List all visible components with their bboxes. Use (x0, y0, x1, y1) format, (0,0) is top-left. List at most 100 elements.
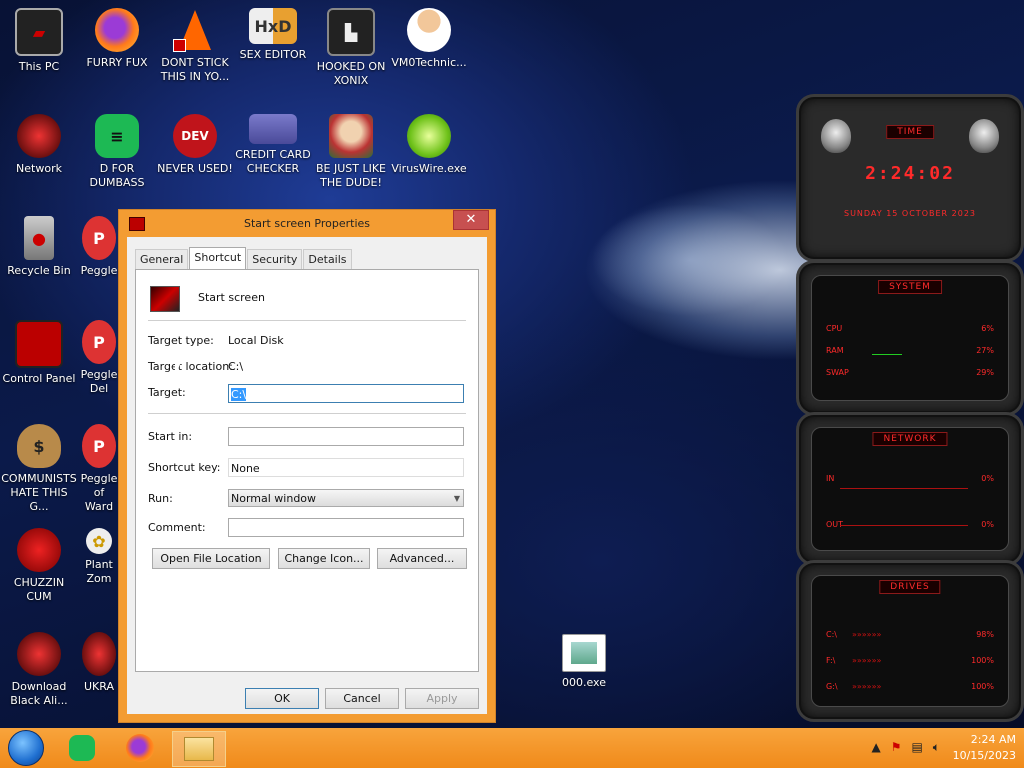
target-value-selected: C:\ (231, 388, 247, 401)
desktop-icon-label: BE JUST LIKE THE DUDE! (315, 162, 387, 189)
desktop-icon-label: Recycle Bin (7, 264, 71, 277)
control-panel-icon (15, 320, 63, 368)
ok-button[interactable]: OK (245, 688, 319, 709)
desktop-icon-chuzzin[interactable]: CHUZZIN CUM (1, 528, 77, 604)
pvz-icon: ✿ (86, 528, 112, 554)
network-icon (17, 114, 61, 158)
desktop-icon-communists[interactable]: $ COMMUNISTS HATE THIS G... (1, 424, 77, 514)
desktop-icon-furry-fux[interactable]: FURRY FUX (79, 8, 155, 70)
cancel-button[interactable]: Cancel (325, 688, 399, 709)
dialog-titlebar[interactable]: Start screen Properties ✕ (119, 210, 495, 237)
taskbar-green-app[interactable] (56, 731, 108, 765)
properties-dialog: Start screen Properties ✕ General Shortc… (118, 209, 496, 723)
desktop-icon-be-the-dude[interactable]: BE JUST LIKE THE DUDE! (313, 114, 389, 190)
desktop-icon-dont-stick[interactable]: DONT STICK THIS IN YO... (157, 8, 233, 84)
desktop-icon-label: Peggle Del (80, 368, 118, 395)
comment-field[interactable] (228, 518, 464, 537)
cpu-value: 6% (981, 324, 994, 333)
dialog-title: Start screen Properties (243, 217, 371, 230)
volume-icon[interactable]: 🔈︎ (933, 740, 940, 755)
taskbar-firefox[interactable] (114, 731, 166, 765)
desktop-icon-peggle-wow[interactable]: P Peggle of Ward (79, 424, 119, 514)
desktop-icon-peggle-deluxe[interactable]: P Peggle Del (79, 320, 119, 396)
chuzzle-icon (17, 528, 61, 572)
desktop-icon-sex-editor[interactable]: HxD SEX EDITOR (235, 8, 311, 62)
desktop-icon-d-for-dumbass[interactable]: ≡ D FOR DUMBASS (79, 114, 155, 190)
hxd-editor-icon: HxD (249, 8, 297, 44)
start-in-field[interactable] (228, 427, 464, 446)
system-panel: SYSTEM CPU 6% RAM 27% SWAP 29% (811, 275, 1009, 401)
desktop-icon-recycle-bin[interactable]: ● Recycle Bin (1, 216, 77, 278)
folder-icon (184, 737, 214, 761)
dialog-body: General Shortcut Security Details Start … (127, 237, 487, 714)
change-icon-button[interactable]: Change Icon... (278, 548, 370, 569)
desktop-icon-ukraine[interactable]: UKRA (79, 632, 119, 694)
drive-bar: »»»»»» (852, 630, 882, 639)
desktop-icon-network[interactable]: Network (1, 114, 77, 176)
tab-details[interactable]: Details (303, 249, 352, 269)
desktop-icon-viruswire[interactable]: VirusWire.exe (391, 114, 467, 176)
doctor-avatar-icon (407, 8, 451, 52)
net-in-value: 0% (981, 474, 994, 483)
desktop-icon-never-used[interactable]: DEV NEVER USED! (157, 114, 233, 176)
action-center-flag-icon[interactable]: ⚑ (891, 740, 902, 755)
run-select-value: Normal window (231, 492, 317, 505)
desktop-icon-label: D FOR DUMBASS (89, 162, 145, 189)
desktop-icon-label: FURRY FUX (86, 56, 148, 69)
desktop-icon-label: DONT STICK THIS IN YO... (160, 56, 230, 83)
tab-general[interactable]: General (135, 249, 189, 269)
tab-shortcut[interactable]: Shortcut (189, 247, 247, 269)
firefox-icon (95, 8, 139, 52)
shortcut-key-field[interactable]: None (228, 458, 464, 477)
devcpp-icon: DEV (173, 114, 217, 158)
target-field[interactable]: C:\ (228, 384, 464, 403)
alien-head-icon (969, 119, 999, 153)
net-out-graph (840, 525, 968, 526)
close-button[interactable]: ✕ (453, 210, 489, 230)
desktop-icon-plants-zombies[interactable]: ✿ Plant Zom (79, 528, 119, 586)
time-date: SUNDAY 15 OCTOBER 2023 (843, 209, 976, 218)
desktop-icon-control-panel[interactable]: Control Panel (1, 320, 77, 386)
tab-security[interactable]: Security (247, 249, 303, 269)
system-gadget: SYSTEM CPU 6% RAM 27% SWAP 29% (796, 260, 1024, 416)
drive-c-row: C:\ »»»»»» 98% (826, 630, 994, 639)
desktop-icon-hooked-xonix[interactable]: ▙ HOOKED ON XONIX (313, 8, 389, 88)
cpu-row: CPU 6% (826, 324, 994, 333)
taskbar-clock[interactable]: 2:24 AM 10/15/2023 (953, 732, 1016, 764)
start-button[interactable] (0, 730, 52, 766)
desktop-icon-download-black[interactable]: Download Black Ali... (1, 632, 77, 708)
desktop-icon-label: COMMUNISTS HATE THIS G... (1, 472, 77, 513)
firefox-icon (126, 734, 154, 762)
drive-g-label: G:\ (826, 682, 838, 691)
desktop-icon-label: SEX EDITOR (239, 48, 307, 61)
taskbar-file-explorer[interactable] (172, 731, 226, 767)
desktop-icon-vm0technic[interactable]: VM0Technic... (391, 8, 467, 70)
close-icon: ✕ (465, 212, 477, 227)
show-hidden-icons-icon[interactable]: ▲ (871, 740, 880, 755)
start-orb-icon (8, 730, 44, 766)
network-panel: NETWORK IN 0% OUT 0% (811, 427, 1009, 551)
run-select[interactable]: Normal window ▼ (228, 489, 464, 507)
desktop-icon-label: This PC (18, 60, 60, 73)
apply-button[interactable]: Apply (405, 688, 479, 709)
taskbar-time: 2:24 AM (970, 733, 1016, 746)
desktop-icon-this-pc[interactable]: ▰ This PC (1, 8, 77, 74)
limewire-icon (407, 114, 451, 158)
network-tray-icon[interactable]: ▤ (911, 740, 922, 755)
usage-graph (872, 354, 902, 355)
open-file-location-button[interactable]: Open File Location (152, 548, 270, 569)
time-gadget: TIME 2:24:02 SUNDAY 15 OCTOBER 2023 (796, 94, 1024, 262)
drives-panel: DRIVES C:\ »»»»»» 98% F:\ »»»»»» 100% G:\ »»»… (811, 575, 1009, 707)
desktop-icon-credit-card[interactable]: CREDIT CARD CHECKER (235, 114, 311, 176)
desktop-icon-000-exe[interactable]: 000.exe (546, 634, 622, 690)
target-label: Target: (148, 386, 186, 399)
desktop-icon-peggle[interactable]: P Peggle (79, 216, 119, 278)
network-gadget: NETWORK IN 0% OUT 0% (796, 412, 1024, 566)
time-header: TIME (886, 125, 934, 139)
network-header: NETWORK (872, 432, 948, 446)
desktop-icon-label: Download Black Ali... (10, 680, 68, 707)
ram-label: RAM (826, 346, 844, 355)
drives-header: DRIVES (879, 580, 941, 594)
drive-c-value: 98% (976, 630, 994, 639)
advanced-button[interactable]: Advanced... (377, 548, 467, 569)
